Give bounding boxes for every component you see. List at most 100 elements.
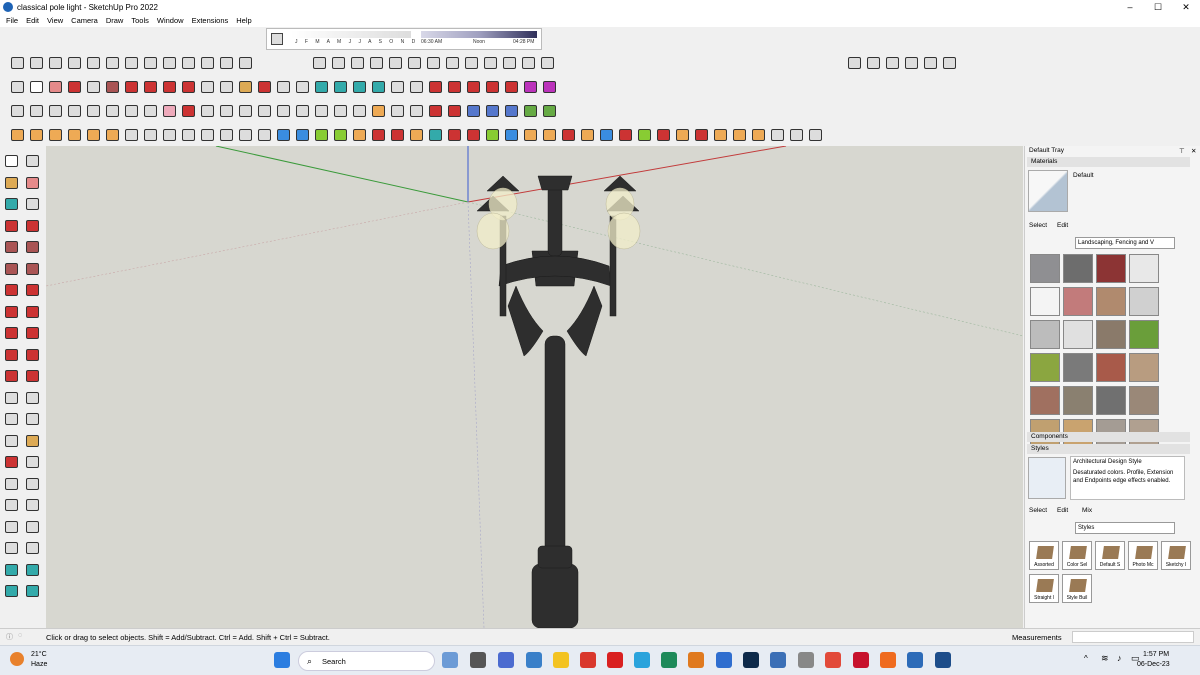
- wifi-icon[interactable]: ≋: [1101, 653, 1109, 664]
- terrain-icon[interactable]: [521, 102, 538, 118]
- zoom-left-icon[interactable]: [23, 475, 43, 495]
- orange-slab-icon[interactable]: [350, 126, 367, 142]
- profile-icon[interactable]: [502, 102, 519, 118]
- solid-intersect-icon[interactable]: [483, 78, 500, 94]
- tray-close-icon[interactable]: ✕: [1191, 147, 1196, 155]
- pipe-icon[interactable]: [426, 126, 443, 142]
- pinterest-icon[interactable]: [853, 652, 869, 668]
- hide-icon[interactable]: [46, 102, 63, 118]
- fire-icon[interactable]: [559, 126, 576, 142]
- menu-draw[interactable]: Draw: [102, 16, 128, 25]
- paint-bucket-left-icon[interactable]: [2, 174, 22, 194]
- sweep-icon[interactable]: [350, 102, 367, 118]
- material-swatch[interactable]: [1129, 320, 1159, 349]
- red-box-icon[interactable]: [369, 126, 386, 142]
- styles-panel-header[interactable]: Styles: [1027, 444, 1190, 454]
- freehand-left-icon[interactable]: [23, 217, 43, 237]
- minimize-button[interactable]: –: [1116, 0, 1144, 14]
- chamfer-icon[interactable]: [426, 102, 443, 118]
- zoom-extents-left-icon[interactable]: [23, 496, 43, 516]
- solid-split-icon[interactable]: [502, 78, 519, 94]
- ellipse-icon[interactable]: [255, 102, 272, 118]
- materials-select-tab[interactable]: Select: [1029, 222, 1047, 229]
- select-icon[interactable]: [2, 152, 22, 172]
- opera-icon[interactable]: [607, 652, 623, 668]
- chain-icon[interactable]: [445, 126, 462, 142]
- components-panel-header[interactable]: Components: [1027, 432, 1190, 442]
- gear-tool-icon[interactable]: [65, 126, 82, 142]
- material-swatch[interactable]: [1063, 320, 1093, 349]
- rectangle-left-icon[interactable]: [2, 238, 22, 258]
- look-around-icon[interactable]: [23, 518, 43, 538]
- style-thumb-assorted[interactable]: Assorted: [1029, 541, 1059, 570]
- material-swatch[interactable]: [1030, 386, 1060, 415]
- material-swatch[interactable]: [1063, 287, 1093, 316]
- solid-union-icon[interactable]: [426, 78, 443, 94]
- push-pull-left-icon[interactable]: [23, 324, 43, 344]
- three-point-arc-icon[interactable]: [2, 303, 22, 323]
- model-viewport[interactable]: [46, 146, 1023, 628]
- material-swatch[interactable]: [1063, 386, 1093, 415]
- material-swatch[interactable]: [1030, 287, 1060, 316]
- photoshop-icon[interactable]: [743, 652, 759, 668]
- tile-square-icon[interactable]: [749, 126, 766, 142]
- cloud-icon[interactable]: [103, 54, 120, 70]
- arc-icon[interactable]: [27, 54, 44, 70]
- offset-left-icon[interactable]: [23, 367, 43, 387]
- path-icon[interactable]: [369, 102, 386, 118]
- styles-edit-tab[interactable]: Edit: [1057, 507, 1068, 514]
- material-swatch[interactable]: [1030, 254, 1060, 283]
- material-swatch[interactable]: [1030, 320, 1060, 349]
- tag-icon[interactable]: [23, 195, 43, 215]
- layout-icon[interactable]: [350, 78, 367, 94]
- frame-icon[interactable]: [405, 54, 422, 70]
- menu-extensions[interactable]: Extensions: [188, 16, 233, 25]
- green-plane-icon[interactable]: [312, 126, 329, 142]
- pie-icon[interactable]: [23, 303, 43, 323]
- flatten-icon[interactable]: [464, 102, 481, 118]
- temperature[interactable]: 21°C: [31, 651, 47, 658]
- circle-left-icon[interactable]: [2, 260, 22, 280]
- clock-time[interactable]: 1:57 PM: [1143, 651, 1169, 658]
- gear-icon[interactable]: [538, 54, 555, 70]
- left-view-icon[interactable]: [940, 54, 957, 70]
- column-icon[interactable]: [424, 54, 441, 70]
- array-icon[interactable]: [673, 126, 690, 142]
- line-icon[interactable]: [217, 54, 234, 70]
- sandbox-icon[interactable]: [122, 54, 139, 70]
- cylinder-icon[interactable]: [616, 126, 633, 142]
- style-thumb-photo[interactable]: Photo Mc: [1128, 541, 1158, 570]
- drape-icon[interactable]: [160, 54, 177, 70]
- pin-icon[interactable]: [692, 126, 709, 142]
- extrude-icon[interactable]: [483, 102, 500, 118]
- push-pull-icon[interactable]: [122, 78, 139, 94]
- style-thumb-style-builder[interactable]: Style Buil: [1062, 574, 1092, 603]
- lasso-icon[interactable]: [23, 152, 43, 172]
- layers-icon[interactable]: [122, 102, 139, 118]
- menu-camera[interactable]: Camera: [67, 16, 102, 25]
- app-pinned-icon[interactable]: [907, 652, 923, 668]
- menu-window[interactable]: Window: [153, 16, 188, 25]
- window-icon[interactable]: [386, 54, 403, 70]
- round-icon[interactable]: [388, 102, 405, 118]
- measurements-field[interactable]: [1072, 631, 1194, 643]
- pencil-icon[interactable]: [65, 78, 82, 94]
- shape-icon[interactable]: [160, 102, 177, 118]
- hatch-icon[interactable]: [65, 102, 82, 118]
- star-icon[interactable]: [8, 126, 25, 142]
- solid-inspector-icon[interactable]: [540, 78, 557, 94]
- monochrome-icon[interactable]: [236, 126, 253, 142]
- sphere-tool-icon[interactable]: [122, 126, 139, 142]
- stairs-icon[interactable]: [310, 54, 327, 70]
- ellipsis-icon[interactable]: [806, 126, 823, 142]
- stamp-icon[interactable]: [141, 54, 158, 70]
- windows-start-icon[interactable]: [274, 652, 290, 668]
- material-swatch[interactable]: [1096, 287, 1126, 316]
- grid-tool-icon[interactable]: [103, 102, 120, 118]
- tape-measure-icon[interactable]: [198, 78, 215, 94]
- offset-icon[interactable]: [236, 54, 253, 70]
- zoom-extents-icon[interactable]: [293, 78, 310, 94]
- orbit-left-icon[interactable]: [23, 453, 43, 473]
- rotate-left-icon[interactable]: [2, 346, 22, 366]
- make-component-icon[interactable]: [8, 102, 25, 118]
